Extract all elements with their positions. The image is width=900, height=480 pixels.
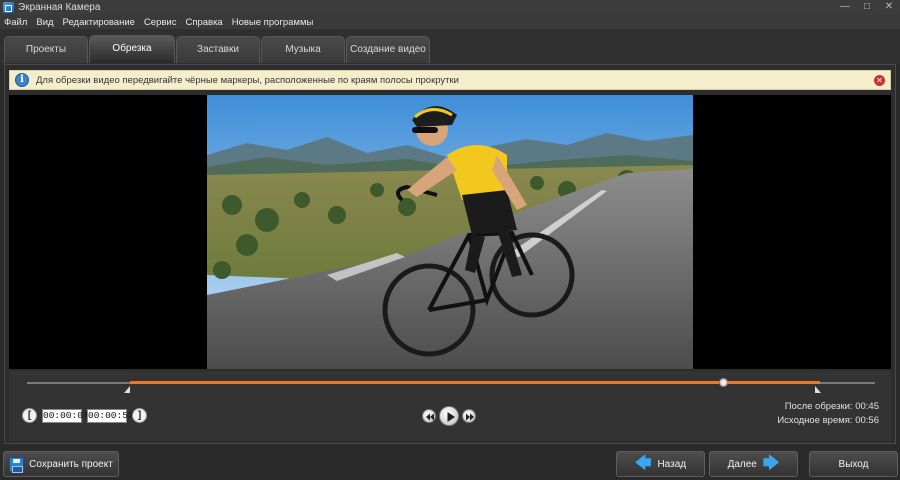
menu-help[interactable]: Справка: [185, 17, 222, 28]
menu-new-programs[interactable]: Новые программы: [232, 17, 314, 28]
after-trim-stat: После обрезки: 00:45: [785, 401, 879, 412]
set-start-button[interactable]: [: [22, 408, 37, 423]
arrow-right-icon: 🡆: [762, 455, 780, 472]
video-preview: [9, 95, 891, 369]
video-frame-cyclist: [207, 95, 693, 369]
original-time-value: 00:56: [855, 415, 879, 426]
save-icon: [9, 456, 25, 473]
set-end-button[interactable]: ]: [132, 408, 147, 423]
original-time-label: Исходное время:: [777, 415, 853, 426]
rewind-button[interactable]: [422, 409, 436, 423]
menu-view[interactable]: Вид: [36, 17, 53, 28]
minimize-button[interactable]: —: [834, 0, 856, 15]
play-button[interactable]: [439, 406, 459, 426]
save-project-label: Сохранить проект: [29, 458, 113, 470]
trim-controls-panel: [ 00:00:07 00:00:52 ] После обрезки: 00:…: [9, 371, 891, 441]
info-icon: i: [15, 73, 29, 87]
start-time-field[interactable]: 00:00:07: [42, 409, 89, 423]
close-window-button[interactable]: ✕: [878, 0, 900, 15]
tab-trim[interactable]: Обрезка: [89, 35, 175, 63]
play-icon: [447, 412, 455, 422]
save-project-button[interactable]: Сохранить проект: [3, 451, 119, 477]
back-label: Назад: [657, 458, 687, 470]
fast-forward-button[interactable]: [462, 409, 476, 423]
close-icon[interactable]: ✕: [874, 75, 885, 86]
maximize-button[interactable]: □: [856, 0, 878, 15]
playhead-handle[interactable]: [719, 378, 728, 387]
tab-intros[interactable]: Заставки: [176, 36, 260, 63]
fast-forward-icon: [466, 413, 474, 421]
tab-projects[interactable]: Проекты: [4, 36, 88, 63]
menu-bar: Файл Вид Редактирование Сервис Справка Н…: [0, 15, 900, 29]
after-trim-value: 00:45: [855, 401, 879, 412]
info-message: Для обрезки видео передвигайте чёрные ма…: [36, 74, 459, 86]
tab-strip: Проекты Обрезка Заставки Музыка Создание…: [0, 29, 900, 64]
timeline-selected-range: [130, 381, 820, 384]
back-button[interactable]: 🡄 Назад: [616, 451, 705, 477]
title-bar: Экранная Камера — □ ✕: [0, 0, 900, 15]
end-time-field[interactable]: 00:00:52: [87, 409, 134, 423]
next-label: Далее: [727, 458, 757, 470]
menu-service[interactable]: Сервис: [144, 17, 177, 28]
exit-label: Выход: [838, 458, 869, 470]
menu-edit[interactable]: Редактирование: [63, 17, 135, 28]
cyclist-image: [207, 95, 693, 369]
menu-file[interactable]: Файл: [4, 17, 27, 28]
after-trim-label: После обрезки:: [784, 401, 853, 412]
trim-start-marker[interactable]: [124, 386, 130, 393]
arrow-left-icon: 🡄: [634, 455, 652, 472]
tab-create-video[interactable]: Создание видео: [346, 36, 430, 63]
next-button[interactable]: Далее 🡆: [709, 451, 798, 477]
original-time-stat: Исходное время: 00:56: [777, 415, 879, 426]
window-controls: — □ ✕: [834, 0, 900, 15]
trim-end-marker[interactable]: [815, 386, 821, 393]
app-camera-icon: [3, 2, 14, 13]
bottom-bar: Сохранить проект 🡄 Назад Далее 🡆 Выход: [0, 446, 900, 480]
exit-button[interactable]: Выход: [809, 451, 898, 477]
rewind-icon: [426, 413, 434, 421]
info-bar: i Для обрезки видео передвигайте чёрные …: [9, 70, 891, 90]
tab-music[interactable]: Музыка: [261, 36, 345, 63]
window-title: Экранная Камера: [18, 2, 101, 13]
